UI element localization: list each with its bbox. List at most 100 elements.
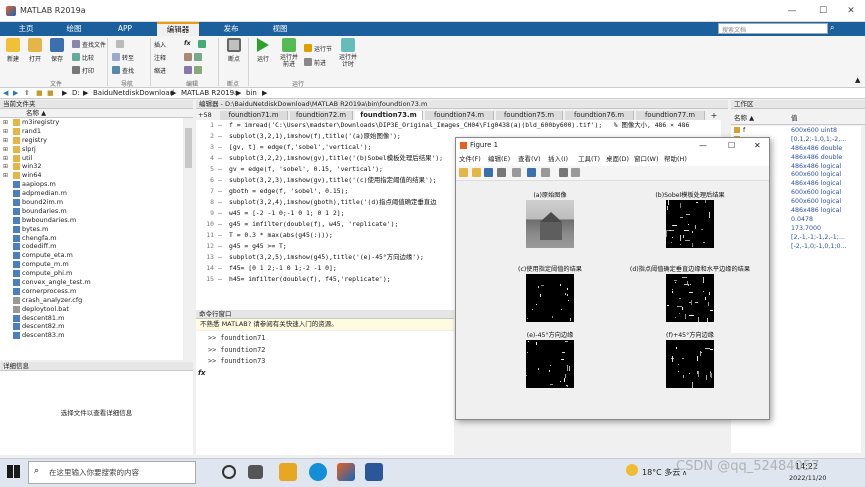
file-explorer-icon[interactable] [279, 463, 297, 481]
editor-tab[interactable]: foundtion73.m [355, 111, 423, 120]
ws-value-col[interactable]: 值 [791, 111, 798, 125]
tab-apps[interactable]: APP [107, 22, 143, 36]
indent-button[interactable]: 缩进 [154, 66, 166, 76]
folder-nav-icon[interactable] [116, 40, 126, 50]
tab-publish[interactable]: 发布 [213, 22, 249, 36]
tab-editor[interactable]: 编辑器 [157, 22, 199, 36]
collapse-toolstrip-icon[interactable]: ▲ [855, 76, 860, 84]
breadcrumb-folder[interactable]: BaiduNetdiskDownload [93, 88, 174, 98]
run-section-button[interactable]: 运行节 [304, 44, 332, 54]
forward-icon[interactable]: ▶ [13, 88, 18, 98]
figure-menu-item[interactable]: 文件(F) [459, 153, 481, 166]
list-item[interactable]: ⊞ util [0, 154, 183, 163]
figure-menu-item[interactable]: 编辑(E) [488, 153, 510, 166]
list-item[interactable]: ⊞ win32 [0, 162, 183, 171]
figure-menu-item[interactable]: 插入(I) [548, 153, 568, 166]
figure-minimize-icon[interactable]: — [699, 138, 707, 153]
word-icon[interactable] [365, 463, 383, 481]
new-figure-icon[interactable] [459, 168, 468, 177]
taskbar-search-input[interactable]: 在这里输入你要搜索的内容 [28, 461, 196, 484]
editor-tab[interactable]: foundtion72.m [290, 111, 353, 120]
edge-icon[interactable] [309, 463, 327, 481]
figure-menu-item[interactable]: 帮助(H) [664, 153, 687, 166]
list-item[interactable]: crash_analyzer.cfg [0, 296, 183, 305]
list-item[interactable]: convex_angle_test.m [0, 278, 183, 287]
list-item[interactable]: boundaries.m [0, 207, 183, 216]
link-icon[interactable] [512, 168, 521, 177]
dock-icon[interactable] [527, 168, 536, 177]
browse-folder-icon[interactable]: ■ [36, 88, 43, 98]
expand-icon[interactable]: ⊞ [3, 118, 8, 127]
list-item[interactable]: compute_m.m [0, 260, 183, 269]
getting-started-notice[interactable]: 不熟悉 MATLAB? 请参阅有关快速入门的资源。 [196, 319, 454, 330]
find-files-button[interactable]: 查找文件 [72, 40, 106, 50]
list-item[interactable]: adpmedian.m [0, 189, 183, 198]
run-time-button[interactable]: 运行并 计时 [336, 38, 360, 68]
ws-name-col[interactable]: 名称 ▲ [734, 114, 754, 122]
editor-tab[interactable]: foundtion71.m [220, 111, 288, 120]
command-prompt[interactable]: fx [198, 369, 206, 377]
close-icon[interactable]: ✕ [840, 4, 862, 18]
panel-icon[interactable] [541, 168, 550, 177]
minimize-icon[interactable]: — [781, 4, 803, 18]
insert-menu-icon[interactable] [198, 40, 208, 50]
figure-menu-item[interactable]: 工具(T) [578, 153, 600, 166]
fx-button[interactable]: fx [184, 40, 190, 50]
list-item[interactable]: ⊞ slprj [0, 145, 183, 154]
expand-icon[interactable]: ⊞ [3, 136, 8, 145]
folder-name-column[interactable]: 名称 ▲ [0, 109, 193, 118]
figure-menu-item[interactable]: 桌面(D) [606, 153, 629, 166]
list-item[interactable]: compute_phi.m [0, 269, 183, 278]
weather-icon[interactable] [626, 464, 638, 476]
breadcrumb-drive[interactable]: D: [72, 88, 80, 98]
list-item[interactable]: descent82.m [0, 322, 183, 331]
figure-menu-item[interactable]: 查看(V) [518, 153, 541, 166]
run-advance-button[interactable]: 运行并 前进 [277, 38, 301, 68]
figure-maximize-icon[interactable]: ☐ [728, 138, 735, 153]
print-button[interactable]: 打印 [72, 66, 94, 76]
list-item[interactable]: bwboundaries.m [0, 216, 183, 225]
list-item[interactable]: compute_eta.m [0, 251, 183, 260]
list-item[interactable]: deploytool.bat [0, 305, 183, 314]
save-button[interactable]: 保存 [45, 38, 69, 63]
new-tab-icon[interactable]: + [708, 111, 720, 120]
new-button[interactable]: 新建 [1, 38, 25, 63]
expand-icon[interactable]: ⊞ [3, 171, 8, 180]
indent-toggle-icon[interactable] [184, 66, 204, 76]
compare-button[interactable]: 比较 [72, 53, 94, 63]
search-icon[interactable]: ⌕ [830, 23, 840, 34]
list-item[interactable]: ⊞ registry [0, 136, 183, 145]
list-item[interactable]: descent83.m [0, 331, 183, 340]
editor-tab[interactable]: foundtion74.m [425, 111, 494, 120]
save-icon[interactable] [484, 168, 493, 177]
cortana-icon[interactable] [222, 465, 236, 479]
scrollbar[interactable] [184, 118, 193, 360]
start-icon[interactable] [7, 465, 20, 478]
editor-tab[interactable]: foundtion77.m [636, 111, 705, 120]
matlab-taskbar-icon[interactable] [337, 463, 355, 481]
workspace-row[interactable]: f 600x600 uint8 [731, 126, 861, 135]
breadcrumb-folder[interactable]: MATLAB R2019a [181, 88, 238, 98]
list-item[interactable]: bytes.m [0, 225, 183, 234]
list-item[interactable]: bound2im.m [0, 198, 183, 207]
editor-tab[interactable]: foundtion76.m [565, 111, 634, 120]
list-item[interactable]: aapiops.m [0, 180, 183, 189]
comment-button[interactable]: 注释 [154, 53, 166, 63]
insert-button[interactable]: 插入 [154, 40, 166, 50]
find-button[interactable]: 查找 [112, 66, 134, 76]
list-item[interactable]: descent81.m [0, 314, 183, 323]
maximize-icon[interactable]: ☐ [812, 4, 834, 18]
up-folder-icon[interactable]: ⬆ [24, 88, 30, 98]
comment-toggle-icon[interactable] [184, 53, 204, 63]
breadcrumb-folder[interactable]: bin [246, 88, 257, 98]
back-icon[interactable]: ◀ [3, 88, 8, 98]
workspace-columns[interactable]: 名称 ▲ 值 [731, 111, 865, 125]
editor-tab[interactable]: foundtion75.m [496, 111, 563, 120]
run-button[interactable]: 运行 [251, 38, 275, 63]
list-item[interactable]: chengfa.m [0, 234, 183, 243]
expand-icon[interactable]: ⊞ [3, 127, 8, 136]
list-item[interactable]: codediff.m [0, 242, 183, 251]
list-item[interactable]: ⊞ win64 [0, 171, 183, 180]
command-window[interactable]: >> foundtion71 >> foundtion72 >> foundtion… [196, 331, 454, 455]
pointer-icon[interactable] [559, 168, 568, 177]
